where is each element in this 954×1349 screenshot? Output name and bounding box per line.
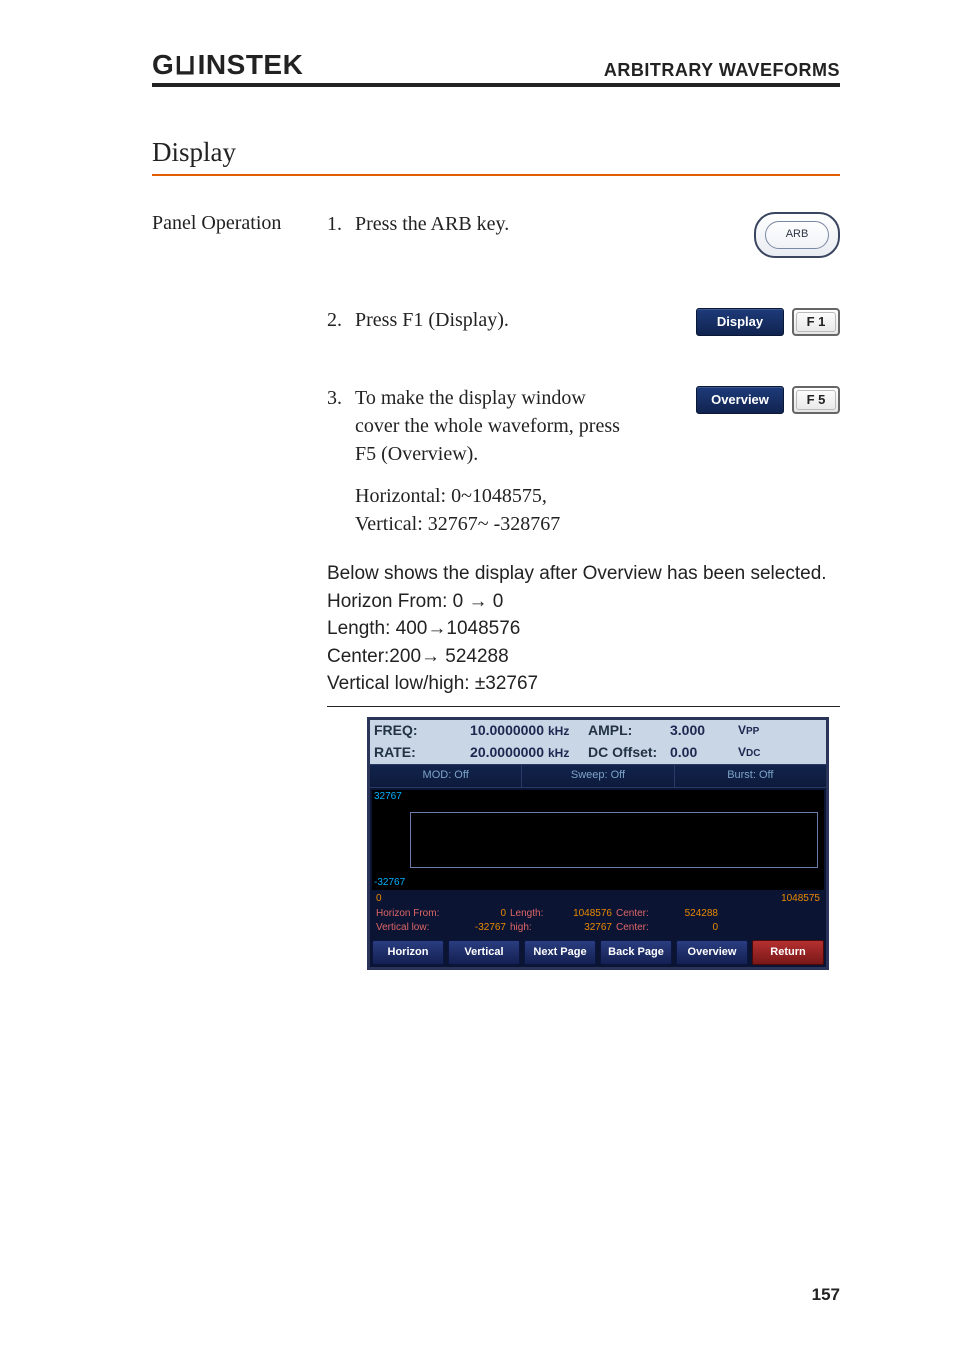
freq-unit: kHz bbox=[548, 723, 584, 740]
ctr2-key: Center: bbox=[616, 921, 662, 935]
burst-tab[interactable]: Burst: Off bbox=[675, 765, 826, 787]
below-line4: Center:200→ 524288 bbox=[327, 643, 840, 671]
sk-overview[interactable]: Overview bbox=[676, 940, 748, 965]
panel-operation-label: Panel Operation bbox=[152, 210, 327, 970]
arrow-icon: → bbox=[421, 646, 440, 667]
x-right: 1048575 bbox=[781, 892, 820, 906]
vl-val: -32767 bbox=[464, 921, 510, 935]
arrow-icon: → bbox=[468, 591, 487, 612]
hi-key: high: bbox=[510, 921, 560, 935]
display-softkey[interactable]: Display bbox=[696, 308, 784, 336]
arrow-icon: → bbox=[427, 618, 446, 639]
arb-key-label: ARB bbox=[765, 221, 829, 249]
len-val: 1048576 bbox=[560, 907, 616, 921]
sk-next-page[interactable]: Next Page bbox=[524, 940, 596, 965]
dc-unit: VDC bbox=[738, 744, 790, 761]
sk-back-page[interactable]: Back Page bbox=[600, 940, 672, 965]
ctr2-val: 0 bbox=[662, 921, 722, 935]
ampl-label: AMPL: bbox=[588, 721, 666, 741]
header-section: ARBITRARY WAVEFORMS bbox=[604, 60, 840, 81]
hf-key: Horizon From: bbox=[376, 907, 464, 921]
mod-tab[interactable]: MOD: Off bbox=[370, 765, 522, 787]
hi-val: 32767 bbox=[560, 921, 616, 935]
step-3-text: To make the display window cover the who… bbox=[355, 384, 627, 468]
rate-label: RATE: bbox=[374, 743, 430, 763]
sweep-tab[interactable]: Sweep: Off bbox=[522, 765, 674, 787]
sk-horizon[interactable]: Horizon bbox=[372, 940, 444, 965]
step-1-text: Press the ARB key. bbox=[355, 210, 509, 238]
logo-g: G bbox=[152, 49, 174, 81]
freq-label: FREQ: bbox=[374, 721, 430, 741]
ampl-unit: VPP bbox=[738, 722, 790, 739]
horizontal-range: Horizontal: 0~1048575, bbox=[355, 482, 840, 510]
sk-vertical[interactable]: Vertical bbox=[448, 940, 520, 965]
step-1-num: 1. bbox=[327, 210, 355, 238]
hf-val: 0 bbox=[464, 907, 510, 921]
ctr-key: Center: bbox=[616, 907, 662, 921]
logo-rest: INSTEK bbox=[198, 49, 304, 81]
dc-value: 0.00 bbox=[670, 743, 734, 763]
section-title: Display bbox=[152, 137, 840, 168]
logo: G⊔INSTEK bbox=[152, 48, 303, 81]
section-rule bbox=[152, 174, 840, 176]
step-3-num: 3. bbox=[327, 384, 355, 468]
vertical-range: Vertical: 32767~ -328767 bbox=[355, 510, 840, 538]
waveform-plot: 32767 -32767 bbox=[372, 790, 824, 890]
freq-value: 10.0000000 bbox=[434, 721, 544, 741]
sk-return[interactable]: Return bbox=[752, 940, 824, 965]
plot-box bbox=[410, 812, 818, 868]
dc-label: DC Offset: bbox=[588, 743, 666, 763]
y-top: 32767 bbox=[374, 790, 402, 804]
x-left: 0 bbox=[376, 892, 382, 906]
ampl-value: 3.000 bbox=[670, 721, 734, 741]
step-2-text: Press F1 (Display). bbox=[355, 306, 509, 334]
ctr-val: 524288 bbox=[662, 907, 722, 921]
y-bot: -32767 bbox=[374, 876, 405, 890]
content-rule bbox=[327, 706, 840, 707]
page-number: 157 bbox=[812, 1285, 840, 1305]
page-header: G⊔INSTEK ARBITRARY WAVEFORMS bbox=[152, 48, 840, 87]
device-screenshot: FREQ: 10.0000000 kHz AMPL: 3.000 VPP RAT… bbox=[367, 717, 829, 970]
below-line1: Below shows the display after Overview h… bbox=[327, 560, 840, 588]
below-line2: Horizon From: 0 → 0 bbox=[327, 588, 840, 616]
vl-key: Vertical low: bbox=[376, 921, 464, 935]
rate-value: 20.0000000 bbox=[434, 743, 544, 763]
below-line3: Length: 400→1048576 bbox=[327, 615, 840, 643]
f5-key[interactable]: F 5 bbox=[792, 386, 840, 414]
f1-key[interactable]: F 1 bbox=[792, 308, 840, 336]
arb-key[interactable]: ARB bbox=[754, 212, 840, 258]
below-line5: Vertical low/high: ±32767 bbox=[327, 670, 840, 698]
rate-unit: kHz bbox=[548, 745, 584, 762]
step-2-num: 2. bbox=[327, 306, 355, 334]
overview-softkey[interactable]: Overview bbox=[696, 386, 784, 414]
len-key: Length: bbox=[510, 907, 560, 921]
